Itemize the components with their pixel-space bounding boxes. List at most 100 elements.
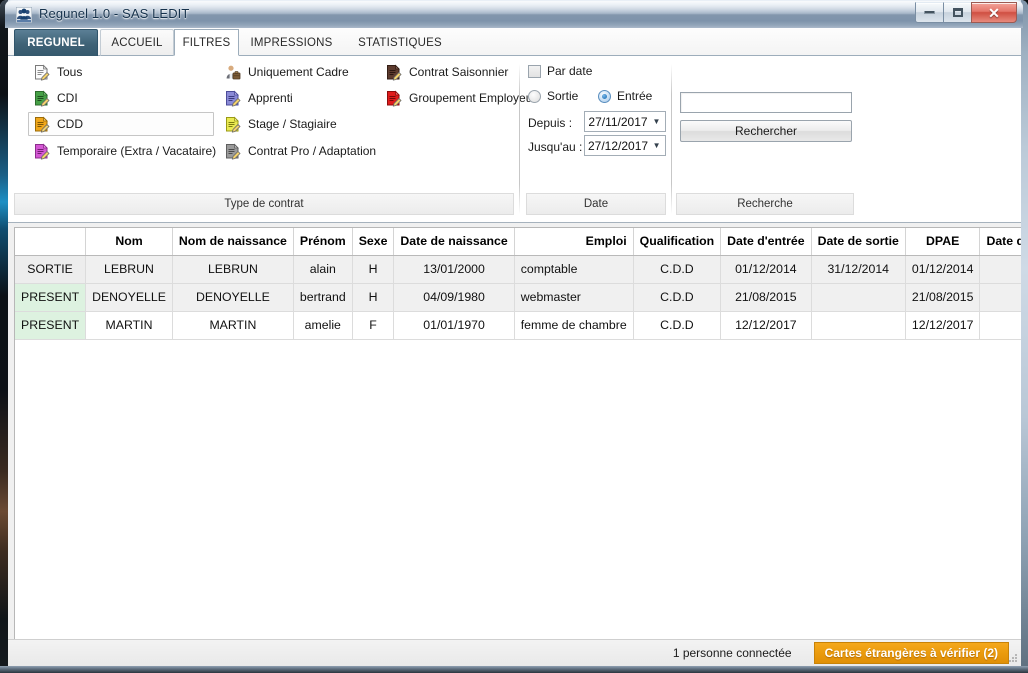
grid-column-header-sexe[interactable]: Sexe: [352, 228, 395, 256]
filter-groupement-employeur[interactable]: Groupement Employeur: [380, 86, 536, 110]
cell-date_entree: 21/08/2015: [720, 283, 812, 312]
sortie-radio[interactable]: [528, 89, 541, 103]
cell-dpae: 12/12/2017: [905, 311, 981, 340]
window-frame-left: [0, 0, 8, 673]
grid-column-header-nom_naiss[interactable]: Nom de naissance: [172, 228, 294, 256]
grid-header-row: Nom Nom de naissance Prénom Sexe Date de nai…: [15, 228, 1021, 256]
cell-emploi: webmaster: [514, 283, 634, 312]
filter-tous[interactable]: Tous: [28, 60, 214, 84]
window-frame-bottom: [0, 666, 1028, 673]
filter-tous-label: Tous: [57, 65, 83, 79]
close-icon: ✕: [988, 4, 1000, 21]
table-row[interactable]: SORTIE LEBRUN LEBRUN alain H 13/01/2000 compta…: [15, 255, 1021, 284]
grid-column-header-prenom[interactable]: Prénom: [293, 228, 353, 256]
cell-emploi: comptable: [514, 255, 634, 284]
tab-regunel[interactable]: REGUNEL: [14, 29, 98, 56]
cell-date_sortie: [811, 283, 906, 312]
cell-dpae: 21/08/2015: [905, 283, 981, 312]
minimize-icon: [924, 11, 935, 14]
cell-date_licen: [979, 311, 1021, 340]
grid-body: SORTIE LEBRUN LEBRUN alain H 13/01/2000 compta…: [15, 255, 1021, 340]
tab-impressions[interactable]: IMPRESSIONS: [239, 29, 344, 56]
group-date-body: Par date Sortie Entrée Depuis : 27/11/20…: [526, 59, 666, 192]
filter-cdd[interactable]: CDD: [28, 112, 214, 136]
tab-accueil[interactable]: ACCUEIL: [100, 29, 174, 56]
entree-label: Entrée: [617, 89, 653, 103]
ribbon-tabstrip: REGUNEL ACCUEIL FILTRES IMPRESSIONS STAT…: [8, 28, 1021, 56]
tab-filtres[interactable]: FILTRES: [174, 29, 239, 56]
jusquau-label: Jusqu'au :: [528, 140, 583, 154]
cell-status: SORTIE: [15, 255, 87, 284]
cell-sexe: H: [352, 283, 395, 312]
grid-column-header-status[interactable]: [15, 228, 87, 256]
filter-cdd-label: CDD: [57, 117, 83, 131]
cell-nom: LEBRUN: [85, 255, 173, 284]
group-label-date: Date: [526, 193, 666, 215]
par-date-checkbox[interactable]: [528, 64, 541, 78]
depuis-label: Depuis :: [528, 116, 573, 130]
close-button[interactable]: ✕: [971, 2, 1017, 23]
depuis-date-value: 27/11/2017: [588, 114, 648, 129]
cell-date_licen: [979, 255, 1021, 284]
foreign-cards-alert-badge[interactable]: Cartes étrangères à vérifier (2): [813, 642, 1009, 664]
cell-qualif: C.D.D: [633, 311, 722, 340]
chevron-down-icon: ▼: [652, 117, 661, 126]
cell-sexe: H: [352, 255, 395, 284]
cell-nom_naiss: DENOYELLE: [172, 283, 294, 312]
filter-apprenti[interactable]: Apprenti: [219, 86, 379, 110]
rechercher-button[interactable]: Rechercher: [680, 120, 852, 142]
filter-uniquement-cadre-label: Uniquement Cadre: [248, 65, 349, 79]
chevron-down-icon: ▼: [652, 141, 661, 150]
group-recherche: Rechercher Recherche: [676, 59, 854, 219]
document-pencil-icon: [35, 143, 50, 160]
grid-column-header-emploi[interactable]: Emploi: [514, 228, 634, 256]
maximize-icon: [952, 8, 963, 17]
minimize-button[interactable]: [915, 2, 944, 23]
table-row[interactable]: PRESENT DENOYELLE DENOYELLE bertrand H 04/09/…: [15, 283, 1021, 312]
filter-stage-stagiaire[interactable]: Stage / Stagiaire: [219, 112, 379, 136]
group-label-recherche: Recherche: [676, 193, 854, 215]
grid-column-header-date_entree[interactable]: Date d'entrée: [720, 228, 812, 256]
sortie-radio-row[interactable]: Sortie: [528, 89, 578, 103]
par-date-checkbox-row[interactable]: Par date: [528, 64, 592, 78]
filter-groupement-label: Groupement Employeur: [409, 91, 537, 105]
entree-radio[interactable]: [598, 89, 611, 103]
filter-contrat-pro[interactable]: Contrat Pro / Adaptation: [219, 139, 379, 163]
depuis-date-combo[interactable]: 27/11/2017 ▼: [584, 111, 666, 132]
group-date: Par date Sortie Entrée Depuis : 27/11/20…: [526, 59, 666, 219]
filter-cdi-label: CDI: [57, 91, 78, 105]
jusquau-date-combo[interactable]: 27/12/2017 ▼: [584, 135, 666, 156]
employee-data-grid[interactable]: Nom Nom de naissance Prénom Sexe Date de nai…: [14, 227, 1021, 640]
title-bar[interactable]: Regunel 1.0 - SAS LEDIT ✕: [5, 0, 1023, 28]
grid-column-header-qualif[interactable]: Qualification: [633, 228, 722, 256]
tab-statistiques[interactable]: STATISTIQUES: [344, 29, 456, 56]
table-row[interactable]: PRESENT MARTIN MARTIN amelie F 01/01/1970 femm…: [15, 311, 1021, 340]
filter-contrat-saisonnier[interactable]: Contrat Saisonnier: [380, 60, 520, 84]
filter-uniquement-cadre[interactable]: Uniquement Cadre: [219, 60, 379, 84]
grid-column-header-date_licen[interactable]: Date de licenciement: [979, 228, 1021, 256]
filter-saisonnier-label: Contrat Saisonnier: [409, 65, 509, 79]
entree-radio-row[interactable]: Entrée: [598, 89, 652, 103]
filter-cdi[interactable]: CDI: [28, 86, 214, 110]
application-window: Regunel 1.0 - SAS LEDIT ✕ REGUNEL ACCUEI…: [0, 0, 1028, 673]
cell-status: PRESENT: [15, 283, 87, 312]
maximize-button[interactable]: [943, 2, 972, 23]
resize-grip-icon[interactable]: [1006, 651, 1018, 663]
grid-column-header-date_sortie[interactable]: Date de sortie: [811, 228, 906, 256]
filter-temporaire[interactable]: Temporaire (Extra / Vacataire): [28, 139, 216, 163]
grid-table: Nom Nom de naissance Prénom Sexe Date de nai…: [15, 228, 1021, 340]
grid-column-header-dpae[interactable]: DPAE: [905, 228, 981, 256]
grid-column-header-nom[interactable]: Nom: [85, 228, 173, 256]
cell-date_naiss: 01/01/1970: [393, 311, 515, 340]
grid-column-header-date_naiss[interactable]: Date de naissance: [393, 228, 515, 256]
client-area: REGUNEL ACCUEIL FILTRES IMPRESSIONS STAT…: [8, 28, 1021, 666]
document-pencil-icon: [387, 64, 402, 81]
cell-date_entree: 01/12/2014: [720, 255, 812, 284]
cell-date_naiss: 04/09/1980: [393, 283, 515, 312]
grid-header: Nom Nom de naissance Prénom Sexe Date de nai…: [15, 228, 1021, 256]
document-pencil-icon: [35, 90, 50, 107]
cell-date_licen: [979, 283, 1021, 312]
cell-sexe: F: [352, 311, 395, 340]
search-input[interactable]: [680, 92, 852, 113]
cell-qualif: C.D.D: [633, 255, 722, 284]
